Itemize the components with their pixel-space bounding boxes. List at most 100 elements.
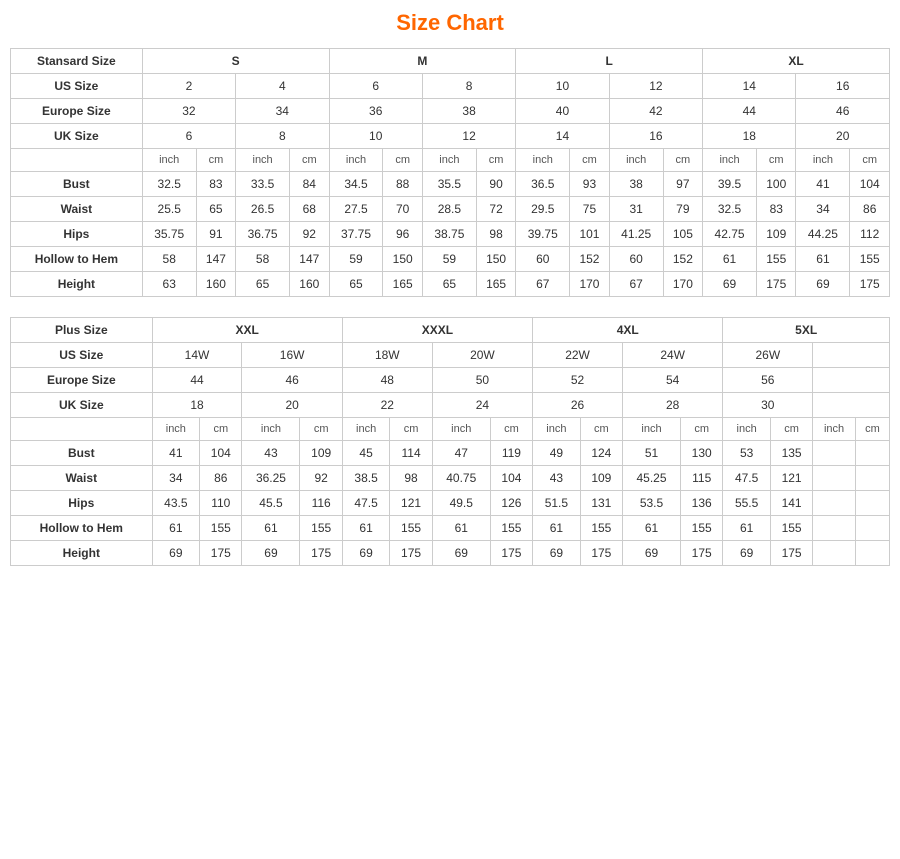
hollow-std-12: 61 [703,247,757,272]
plus-unit-inch-1: inch [242,418,300,441]
uk-18: 18 [703,124,796,149]
hips-std-6: 38.75 [422,222,476,247]
plus-label-header: Plus Size [11,318,153,343]
height-std-6: 65 [422,272,476,297]
waist-row-std: Waist 25.5 65 26.5 68 27.5 70 28.5 72 29… [11,197,890,222]
bust-std-10: 38 [609,172,663,197]
hollow-plus-3: 155 [300,516,342,541]
uk-12: 12 [422,124,515,149]
hollow-row-plus: Hollow to Hem 61 155 61 155 61 155 61 15… [11,516,890,541]
waist-std-11: 79 [663,197,702,222]
bust-plus-7: 119 [490,441,532,466]
plus-size-section: Plus Size XXL XXXL 4XL 5XL US Size 14W 1… [10,317,890,566]
unit-inch-0: inch [142,149,196,172]
bust-std-13: 100 [757,172,796,197]
hips-plus-11: 136 [681,491,723,516]
plus-unit-cm-3: cm [490,418,532,441]
bust-plus-1: 104 [200,441,242,466]
hollow-std-7: 150 [476,247,515,272]
unit-inch-5: inch [609,149,663,172]
hollow-std-6: 59 [422,247,476,272]
size-m-header: M [329,49,516,74]
height-std-10: 67 [609,272,663,297]
plus-unit-inch-4: inch [533,418,581,441]
height-std-4: 65 [329,272,383,297]
hollow-std-5: 150 [383,247,422,272]
plus-eu-56: 56 [723,368,813,393]
height-std-7: 165 [476,272,515,297]
plus-uk-empty [813,393,890,418]
hollow-std-3: 147 [290,247,329,272]
plus-us-14w: 14W [152,343,242,368]
height-std-1: 160 [196,272,235,297]
height-plus-13: 175 [770,541,812,566]
plus-us-empty [813,343,890,368]
hips-row-plus: Hips 43.5 110 45.5 116 47.5 121 49.5 126… [11,491,890,516]
hips-label-std: Hips [11,222,143,247]
height-plus-12: 69 [723,541,771,566]
bust-plus-11: 130 [681,441,723,466]
standard-size-table: Stansard Size S M L XL US Size 2 4 6 8 1… [10,48,890,297]
height-row-plus: Height 69 175 69 175 69 175 69 175 69 17… [11,541,890,566]
hips-plus-10: 53.5 [623,491,681,516]
hips-std-10: 41.25 [609,222,663,247]
hips-plus-3: 116 [300,491,342,516]
waist-plus-6: 40.75 [432,466,490,491]
size-l-header: L [516,49,703,74]
height-plus-8: 69 [533,541,581,566]
hips-label-plus: Hips [11,491,153,516]
bust-std-0: 32.5 [142,172,196,197]
bust-std-15: 104 [850,172,890,197]
plus-unit-cm-0: cm [200,418,242,441]
plus-us-24w: 24W [623,343,723,368]
hips-std-14: 44.25 [796,222,850,247]
waist-std-7: 72 [476,197,515,222]
plus-us-22w: 22W [533,343,623,368]
plus-uk-18: 18 [152,393,242,418]
waist-plus-7: 104 [490,466,532,491]
plus-eu-44: 44 [152,368,242,393]
hollow-std-15: 155 [850,247,890,272]
height-std-9: 170 [570,272,609,297]
us-2: 2 [142,74,235,99]
hips-plus-2: 45.5 [242,491,300,516]
hips-row-std: Hips 35.75 91 36.75 92 37.75 96 38.75 98… [11,222,890,247]
plus-unit-cm-2: cm [390,418,432,441]
eu-34: 34 [236,99,329,124]
hips-plus-empty0 [813,491,856,516]
bust-label-std: Bust [11,172,143,197]
bust-plus-empty0 [813,441,856,466]
uk-6: 6 [142,124,235,149]
eu-38: 38 [422,99,515,124]
hips-std-15: 112 [850,222,890,247]
hollow-plus-5: 155 [390,516,432,541]
hollow-plus-empty0 [813,516,856,541]
plus-unit-inch-6: inch [723,418,771,441]
hips-std-0: 35.75 [142,222,196,247]
waist-std-0: 25.5 [142,197,196,222]
waist-std-10: 31 [609,197,663,222]
height-plus-14 [855,541,889,566]
hollow-plus-11: 155 [681,516,723,541]
bust-plus-2: 43 [242,441,300,466]
plus-eu-52: 52 [533,368,623,393]
waist-std-1: 65 [196,197,235,222]
plus-eu-46: 46 [242,368,342,393]
waist-std-13: 83 [757,197,796,222]
plus-unit-inch-0: inch [152,418,200,441]
eu-46: 46 [796,99,890,124]
bust-plus-13: 135 [770,441,812,466]
waist-std-6: 28.5 [422,197,476,222]
bust-std-6: 35.5 [422,172,476,197]
us-16: 16 [796,74,890,99]
hips-plus-8: 51.5 [533,491,581,516]
bust-std-12: 39.5 [703,172,757,197]
waist-plus-9: 109 [580,466,622,491]
plus-eu-54: 54 [623,368,723,393]
waist-plus-2: 36.25 [242,466,300,491]
hips-plus-empty1 [855,491,889,516]
unit-cm-0: cm [196,149,235,172]
plus-unit-cm-5: cm [681,418,723,441]
hollow-row-std: Hollow to Hem 58 147 58 147 59 150 59 15… [11,247,890,272]
hips-std-8: 39.75 [516,222,570,247]
